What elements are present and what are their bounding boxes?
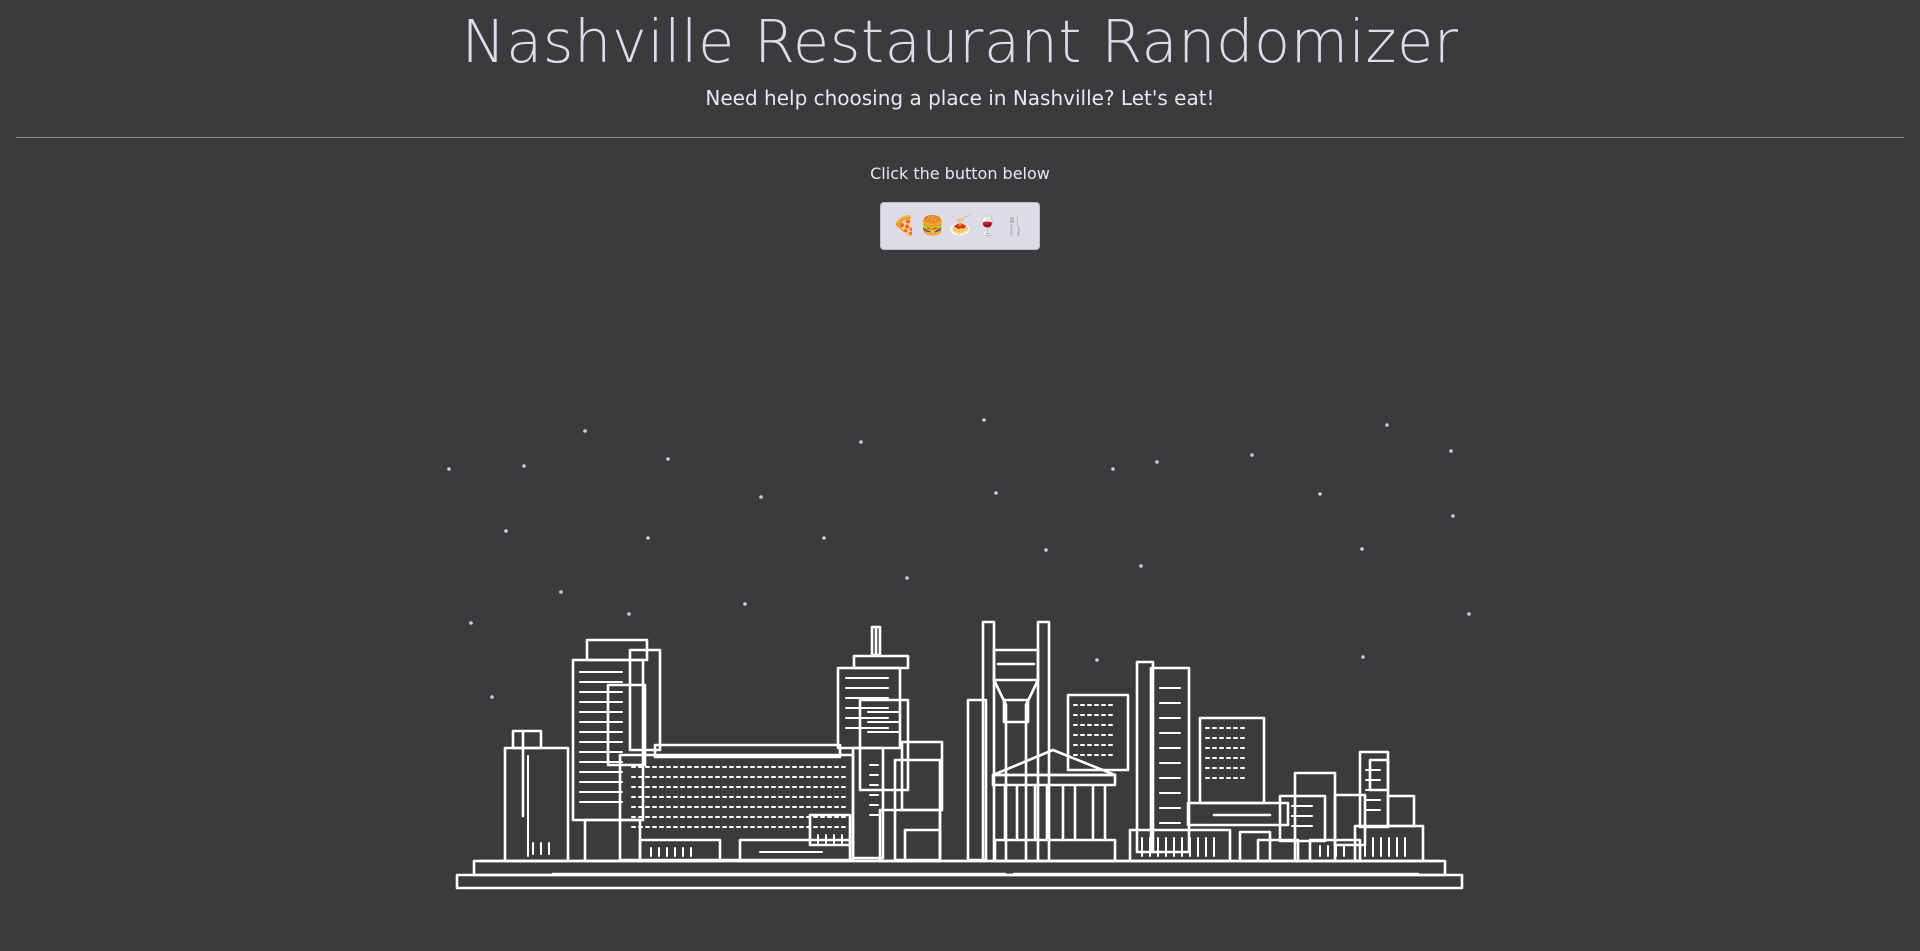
- pizza-icon: 🍕: [892, 215, 917, 237]
- button-prompt: Click the button below: [870, 164, 1050, 183]
- nashville-skyline-illustration: [447, 418, 1471, 890]
- randomize-button[interactable]: 🍕 🍔 🍝 🍷 🍴: [880, 202, 1040, 250]
- page-title: Nashville Restaurant Randomizer: [461, 7, 1459, 76]
- header-divider: [16, 137, 1904, 138]
- page-subtitle: Need help choosing a place in Nashville?…: [705, 86, 1215, 110]
- spaghetti-icon: 🍝: [948, 215, 972, 237]
- stars: [447, 418, 1471, 699]
- burger-icon: 🍔: [920, 215, 945, 237]
- fork-knife-icon: 🍴: [1003, 215, 1028, 237]
- page: Nashville Restaurant Randomizer Need hel…: [0, 0, 1920, 951]
- wine-glass-icon: 🍷: [975, 215, 1000, 237]
- moon-icon: [1254, 517, 1331, 603]
